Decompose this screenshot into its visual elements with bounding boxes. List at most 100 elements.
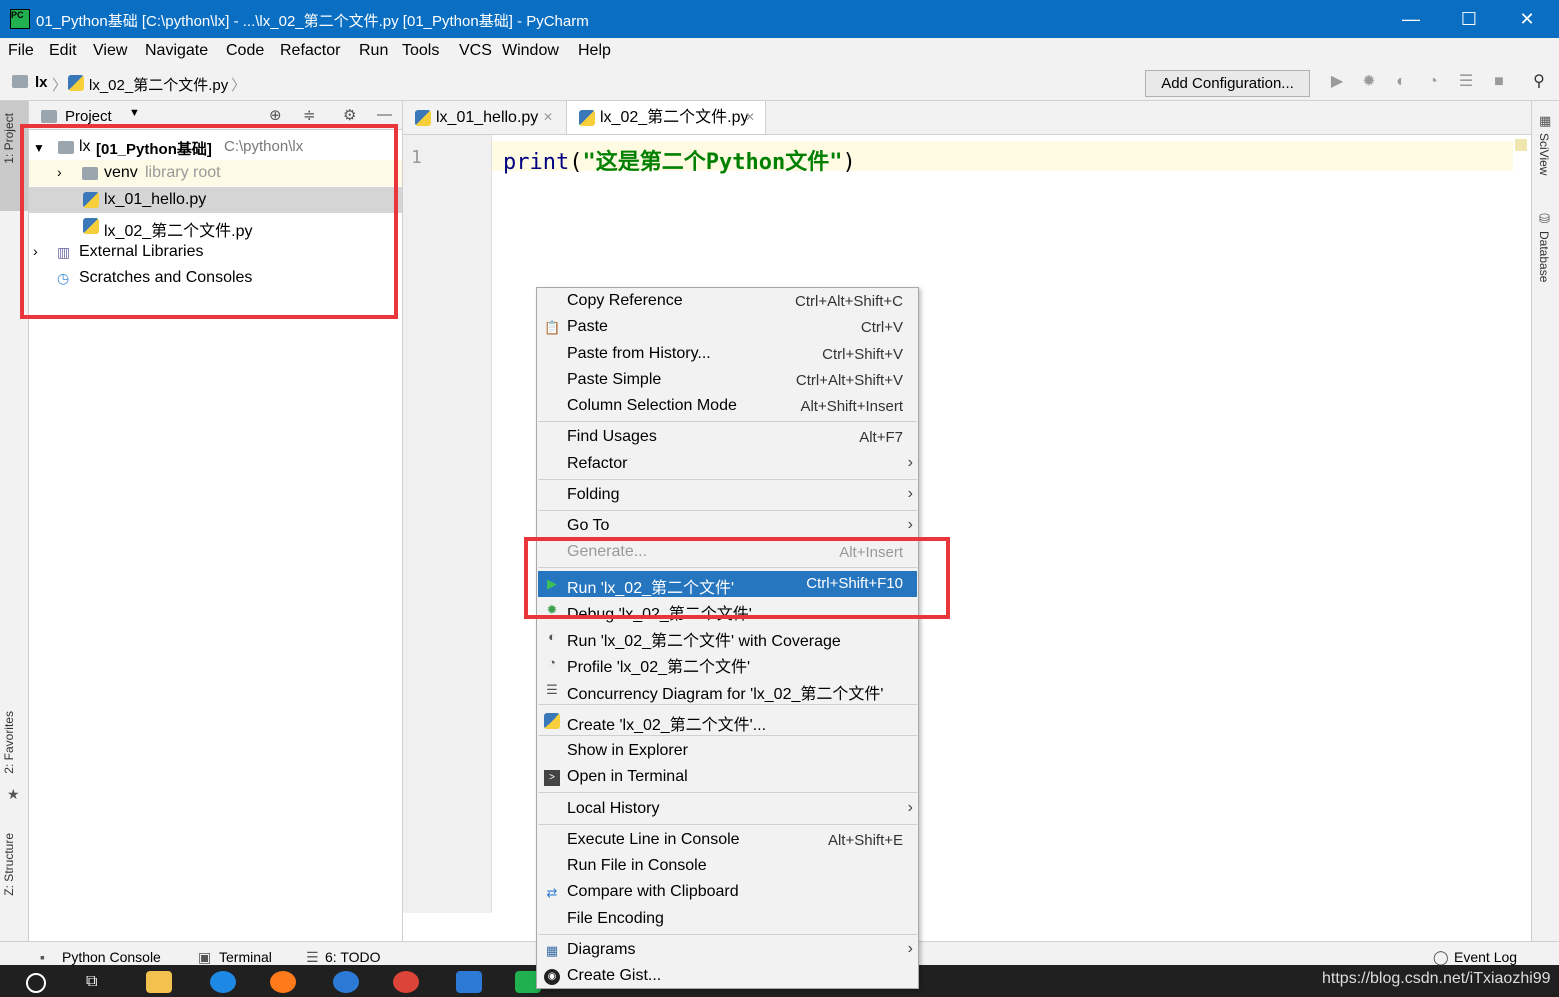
menu-refactor[interactable]: Refactor [280, 42, 340, 60]
close-tab-icon[interactable]: ✕ [543, 101, 553, 134]
debug-icon[interactable]: ✹ [1360, 73, 1378, 91]
project-view-selector[interactable]: Project [65, 108, 112, 125]
stop-icon[interactable]: ■ [1490, 73, 1508, 91]
task-view-icon[interactable]: ⧉ [86, 973, 97, 991]
app-icon[interactable] [333, 971, 359, 993]
title-bar: PC 01_Python基础 [C:\python\lx] - ...\lx_0… [0, 0, 1559, 38]
vscode-icon[interactable] [456, 971, 482, 993]
compare-icon: ⇄ [546, 885, 558, 900]
tab-file2[interactable]: lx_02_第二个文件.py ✕ [566, 101, 766, 134]
concurrency-icon: ☰ [546, 682, 558, 697]
menu-item-folding[interactable]: Folding › [538, 483, 917, 509]
breadcrumb-file[interactable]: lx_02_第二个文件.py [89, 74, 228, 95]
menu-item-paste-simple[interactable]: Paste Simple Ctrl+Alt+Shift+V [538, 368, 917, 394]
maximize-button[interactable]: ☐ [1440, 0, 1498, 38]
chevron-right-icon: › [907, 940, 913, 957]
firefox-icon[interactable] [270, 971, 296, 993]
menu-item-local-history[interactable]: Local History › [538, 797, 917, 823]
diagram-icon: ▦ [545, 943, 559, 958]
menu-item-paste-from-history[interactable]: Paste from History... Ctrl+Shift+V [538, 342, 917, 368]
code-line[interactable]: print("这是第二个Python文件") [503, 144, 856, 176]
menu-item-paste[interactable]: 📋 Paste Ctrl+V [538, 315, 917, 341]
gutter: 1 [403, 135, 492, 913]
search-icon[interactable] [26, 973, 46, 993]
chrome-icon[interactable] [393, 971, 419, 993]
profile-icon[interactable]: ◔ [1424, 73, 1442, 91]
python-file-icon [68, 75, 84, 91]
tab-project[interactable]: 1: Project [2, 113, 16, 164]
menu-file[interactable]: File [8, 42, 34, 60]
menu-item-diagrams[interactable]: ▦ Diagrams › [538, 938, 917, 964]
navigation-bar: lx 〉 lx_02_第二个文件.py 〉 Add Configuration.… [0, 66, 1559, 101]
chevron-right-icon: › [907, 799, 913, 816]
menu-item-execute-line-in-console[interactable]: Execute Line in Console Alt+Shift+E [538, 828, 917, 854]
search-icon[interactable]: ⚲ [1530, 73, 1548, 91]
locate-icon[interactable]: ⊕ [269, 106, 282, 124]
menu-tools[interactable]: Tools [402, 42, 439, 60]
menu-item-compare-with-clipboard[interactable]: ⇄ Compare with Clipboard [538, 880, 917, 906]
file-explorer-icon[interactable] [146, 971, 172, 993]
menu-item-create-gist[interactable]: ◉ Create Gist... [538, 964, 917, 990]
code-func: print [503, 150, 570, 175]
editor-tabs: lx_01_hello.py ✕ lx_02_第二个文件.py ✕ [403, 101, 1531, 135]
menu-vcs[interactable]: VCS [459, 42, 492, 60]
menu-window[interactable]: Window [502, 42, 559, 60]
menu-bar: File Edit View Navigate Code Refactor Ru… [0, 38, 1559, 66]
collapse-all-icon[interactable]: ≑ [303, 106, 316, 124]
coverage-icon[interactable]: ◐ [1392, 73, 1410, 91]
code-paren-close: ) [842, 150, 856, 175]
menu-item-profile[interactable]: ◔ Profile 'lx_02_第二个文件' [538, 650, 917, 676]
menu-item-run-with-coverage[interactable]: ◐ Run 'lx_02_第二个文件' with Coverage [538, 624, 917, 650]
breadcrumb-chevron-icon: 〉 [231, 77, 247, 94]
python-console-tab[interactable]: Python Console [62, 949, 161, 965]
menu-item-open-in-terminal[interactable]: > Open in Terminal [538, 765, 917, 791]
tab-structure[interactable]: Z: Structure [2, 833, 16, 896]
menu-item-run-file-in-console[interactable]: Run File in Console [538, 854, 917, 880]
clipboard-icon: 📋 [544, 320, 561, 335]
highlight-box-run [524, 537, 950, 619]
menu-view[interactable]: View [93, 42, 127, 60]
tab-database[interactable]: Database [1537, 231, 1551, 282]
menu-item-create-configuration[interactable]: Create 'lx_02_第二个文件'... [538, 708, 917, 734]
menu-code[interactable]: Code [226, 42, 264, 60]
chevron-right-icon: › [907, 516, 913, 533]
menu-item-concurrency-diagram[interactable]: ☰ Concurrency Diagram for 'lx_02_第二个文件' [538, 677, 917, 703]
menu-help[interactable]: Help [578, 42, 611, 60]
terminal-tab[interactable]: Terminal [219, 949, 272, 965]
breadcrumb-root[interactable]: lx [35, 74, 48, 91]
inspection-indicator [1515, 139, 1527, 151]
python-console-icon: ▪ [40, 949, 45, 965]
concurrency-icon[interactable]: ☰ [1457, 73, 1475, 91]
todo-tab[interactable]: 6: TODO [325, 949, 381, 965]
close-button[interactable]: ✕ [1498, 0, 1556, 38]
tab-favorites[interactable]: 2: Favorites [2, 711, 16, 774]
menu-item-copy-reference[interactable]: Copy Reference Ctrl+Alt+Shift+C [538, 289, 917, 315]
menu-item-show-in-explorer[interactable]: Show in Explorer [538, 739, 917, 765]
event-log-tab[interactable]: Event Log [1454, 949, 1517, 965]
minimize-button[interactable]: — [1382, 0, 1440, 38]
menu-item-column-selection-mode[interactable]: Column Selection Mode Alt+Shift+Insert [538, 394, 917, 420]
menu-navigate[interactable]: Navigate [145, 42, 208, 60]
run-icon[interactable]: ▶ [1328, 73, 1346, 91]
pycharm-logo-icon: PC [10, 9, 30, 29]
project-icon [41, 110, 57, 123]
gear-icon[interactable]: ⚙ [343, 106, 356, 124]
highlight-box-project [20, 124, 398, 319]
event-log-icon: ◯ [1433, 949, 1449, 965]
window-title: 01_Python基础 [C:\python\lx] - ...\lx_02_第… [36, 13, 589, 30]
right-tool-strip: ▦ SciView ⛁ Database [1531, 101, 1559, 941]
line-number: 1 [411, 147, 422, 168]
menu-item-refactor[interactable]: Refactor › [538, 452, 917, 478]
add-configuration-button[interactable]: Add Configuration... [1145, 70, 1310, 97]
menu-run[interactable]: Run [359, 42, 388, 60]
edge-browser-icon[interactable] [210, 971, 236, 993]
tab-file1[interactable]: lx_01_hello.py ✕ [403, 101, 563, 134]
star-icon: ★ [7, 786, 20, 802]
python-file-icon [415, 110, 431, 126]
menu-item-file-encoding[interactable]: File Encoding [538, 907, 917, 933]
hide-icon[interactable]: — [377, 106, 392, 123]
menu-edit[interactable]: Edit [49, 42, 77, 60]
tab-sciview[interactable]: SciView [1537, 133, 1551, 175]
close-tab-icon[interactable]: ✕ [745, 101, 755, 134]
menu-item-find-usages[interactable]: Find Usages Alt+F7 [538, 425, 917, 451]
